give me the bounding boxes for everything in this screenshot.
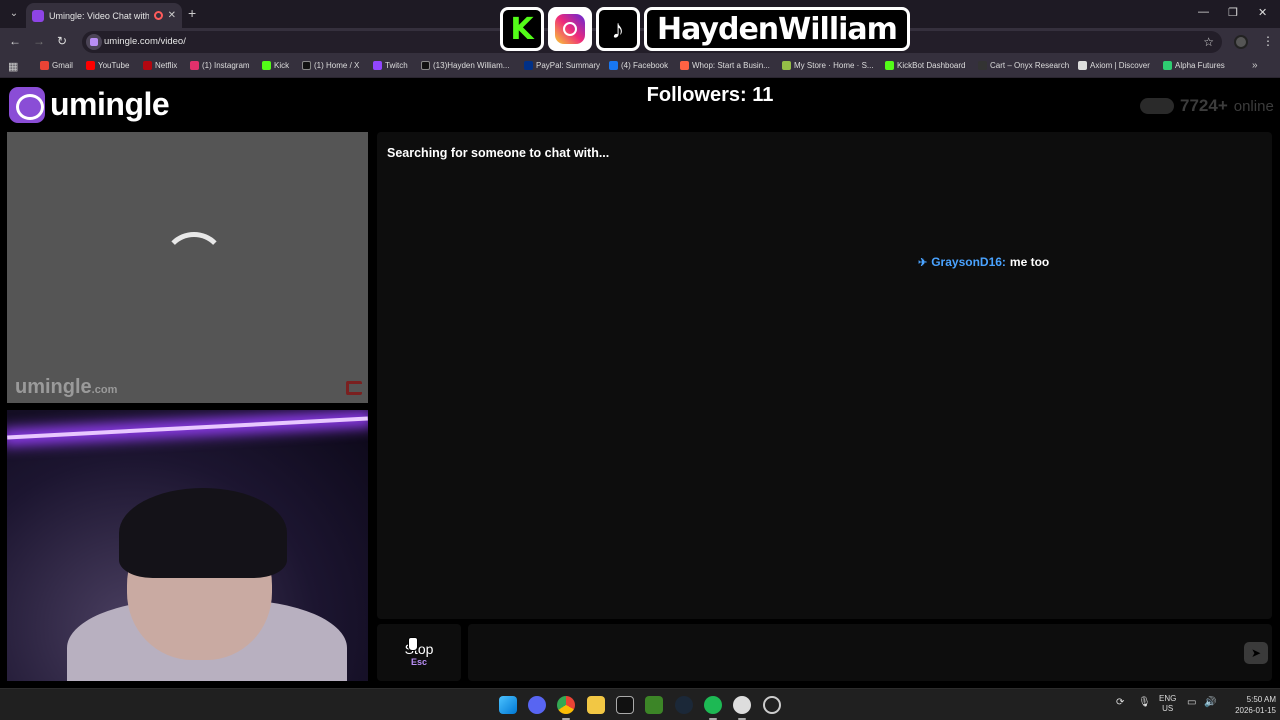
loading-spinner-icon xyxy=(162,232,226,296)
chat-log: Searching for someone to chat with... ✈ … xyxy=(377,132,1272,619)
bookmarks-bar: ▦ Gmail YouTube Netflix (1) Instagram Ki… xyxy=(0,56,1280,78)
browser-menu-icon[interactable]: ⋮ xyxy=(1262,34,1274,48)
windows-start-icon[interactable] xyxy=(499,696,517,714)
bookmark-twitch[interactable]: Twitch xyxy=(373,61,408,70)
steam-icon[interactable] xyxy=(675,696,693,714)
spotify-icon[interactable] xyxy=(704,696,722,720)
tradingview-icon[interactable] xyxy=(616,696,634,714)
tiktok-logo-icon: ♪ xyxy=(596,7,640,51)
bookmark-kick[interactable]: Kick xyxy=(262,61,289,70)
person-beanie xyxy=(119,488,287,578)
mouse-cursor-icon xyxy=(408,637,418,651)
chatgpt-icon[interactable] xyxy=(763,696,781,714)
umingle-page: umingle Followers: 11 7724+ online uming… xyxy=(0,78,1280,688)
bookmark-kickbot[interactable]: KickBot Dashboard xyxy=(885,61,965,70)
language-indicator[interactable]: ENG US xyxy=(1159,694,1176,714)
chat-bubble-logo-icon xyxy=(9,86,45,123)
chat-status: Searching for someone to chat with... xyxy=(387,146,610,160)
forward-icon[interactable]: → xyxy=(33,34,45,48)
stranger-video: umingle.com xyxy=(7,132,368,403)
back-icon[interactable]: ← xyxy=(9,34,21,48)
minimize-icon[interactable]: — xyxy=(1198,6,1209,18)
bookmark-paypal[interactable]: PayPal: Summary xyxy=(524,61,600,70)
stream-overlay: K ♪ HaydenWilliam xyxy=(500,6,910,52)
bookmark-axiom[interactable]: Axiom | Discover xyxy=(1078,61,1150,70)
self-webcam-video xyxy=(7,410,368,681)
window-close-icon[interactable]: ✕ xyxy=(1258,6,1267,19)
restore-icon[interactable]: ❐ xyxy=(1228,6,1238,19)
online-count: 7724+ xyxy=(1180,96,1228,115)
send-icon[interactable]: ➤ xyxy=(1244,642,1268,664)
stop-label: Stop xyxy=(404,641,434,657)
bookmark-onyx[interactable]: Cart – Onyx Research xyxy=(978,61,1069,70)
apps-grid-icon[interactable]: ▦ xyxy=(8,60,18,73)
pin-icon: ✈ xyxy=(918,256,928,269)
online-toggle[interactable] xyxy=(1140,98,1174,114)
minecraft-icon[interactable] xyxy=(645,696,663,714)
chat-message: ✈ GraysonD16: me too xyxy=(918,255,1049,269)
bookmark-whop[interactable]: Whop: Start a Busin... xyxy=(680,61,770,70)
bookmark-star-icon[interactable]: ☆ xyxy=(1203,35,1214,49)
tab-umingle[interactable]: Umingle: Video Chat with S ✕ xyxy=(26,3,182,28)
bookmark-facebook[interactable]: (4) Facebook xyxy=(609,61,668,70)
message-text: me too xyxy=(1009,255,1050,269)
stop-shortcut: Esc xyxy=(410,657,427,667)
tab-search-icon[interactable]: ⌄ xyxy=(6,6,22,22)
umingle-favicon-icon xyxy=(32,9,44,22)
kick-logo-icon: K xyxy=(500,7,544,51)
online-label: online xyxy=(1233,97,1274,115)
report-flag-icon[interactable] xyxy=(346,381,362,395)
logo-text: umingle xyxy=(50,86,170,122)
streamer-name: HaydenWilliam xyxy=(644,7,910,51)
message-username[interactable]: GraysonD16: xyxy=(931,255,1006,269)
microphone-icon[interactable]: 🎙 xyxy=(1138,697,1151,708)
neon-light xyxy=(7,416,368,440)
stop-button[interactable]: Stop Esc xyxy=(377,624,461,681)
volume-icon[interactable]: 🔊 xyxy=(1204,697,1216,708)
tab-title: Umingle: Video Chat with S xyxy=(49,10,149,21)
online-indicator: 7724+ online xyxy=(1140,96,1274,116)
bookmarks-overflow-icon[interactable]: » xyxy=(1252,60,1258,71)
message-input[interactable] xyxy=(468,624,1272,681)
tab-close-icon[interactable]: ✕ xyxy=(168,10,176,21)
video-watermark: umingle.com xyxy=(15,376,118,398)
reload-icon[interactable]: ↻ xyxy=(57,34,67,48)
network-icon[interactable]: ▭ xyxy=(1187,697,1196,708)
windows-taskbar: ⟳ 🎙 ENG US ▭ 🔊 5:50 AM 2026-01-15 xyxy=(0,688,1280,720)
site-info-icon[interactable] xyxy=(86,34,102,50)
profile-avatar[interactable] xyxy=(1234,35,1248,49)
umingle-logo[interactable]: umingle xyxy=(9,86,170,123)
obs-icon[interactable] xyxy=(733,696,751,720)
bookmark-netflix[interactable]: Netflix xyxy=(143,61,177,70)
discord-icon[interactable] xyxy=(528,696,546,714)
chrome-icon[interactable] xyxy=(557,696,575,720)
bookmark-shopify[interactable]: My Store · Home · S... xyxy=(782,61,874,70)
bookmark-alpha-futures[interactable]: Alpha Futures xyxy=(1163,61,1225,70)
new-tab-icon[interactable]: + xyxy=(188,5,196,21)
recording-icon xyxy=(153,11,163,20)
bookmark-tiktok[interactable]: (13)Hayden William... xyxy=(421,61,509,70)
taskbar-clock[interactable]: 5:50 AM 2026-01-15 xyxy=(1222,694,1276,716)
sync-icon[interactable]: ⟳ xyxy=(1116,697,1124,708)
bookmark-x[interactable]: (1) Home / X xyxy=(302,61,359,70)
bookmark-gmail[interactable]: Gmail xyxy=(40,61,73,70)
followers-count: Followers: 11 xyxy=(646,84,774,106)
bookmark-instagram[interactable]: (1) Instagram xyxy=(190,61,250,70)
bookmark-youtube[interactable]: YouTube xyxy=(86,61,129,70)
file-explorer-icon[interactable] xyxy=(587,696,605,714)
url-text: umingle.com/video/ xyxy=(104,36,186,47)
instagram-logo-icon xyxy=(548,7,592,51)
